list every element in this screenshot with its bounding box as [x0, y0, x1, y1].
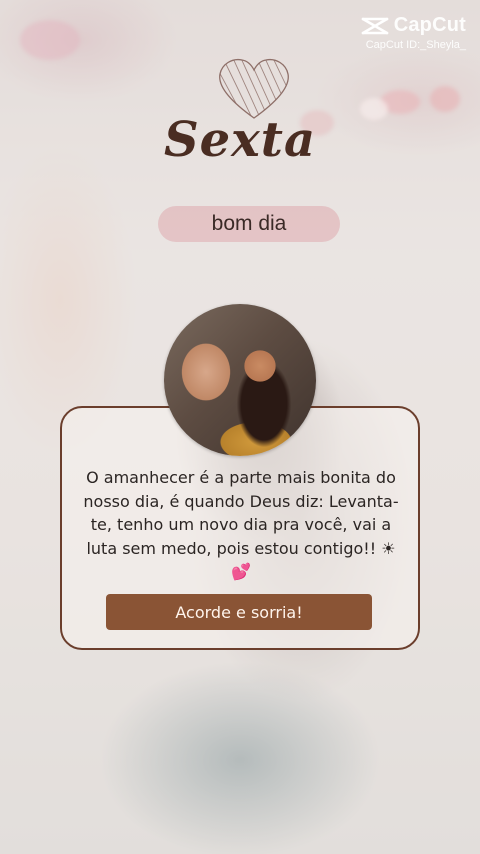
watermark-brand: CapCut	[393, 14, 466, 36]
avatar	[164, 304, 316, 456]
capcut-watermark: CapCut CapCut ID:_Sheyla_	[360, 14, 466, 51]
watermark-user-id: CapCut ID:_Sheyla_	[365, 39, 466, 51]
day-title: Sexta	[163, 112, 317, 168]
greeting-text: bom dia	[211, 212, 287, 235]
capcut-logo-icon	[361, 17, 388, 34]
wake-up-button[interactable]: Acorde e sorria!	[106, 594, 372, 630]
message-text: O amanhecer é a parte mais bonita do nos…	[83, 468, 399, 581]
wake-up-button-label: Acorde e sorria!	[175, 602, 303, 622]
greeting-pill: bom dia	[158, 206, 340, 242]
